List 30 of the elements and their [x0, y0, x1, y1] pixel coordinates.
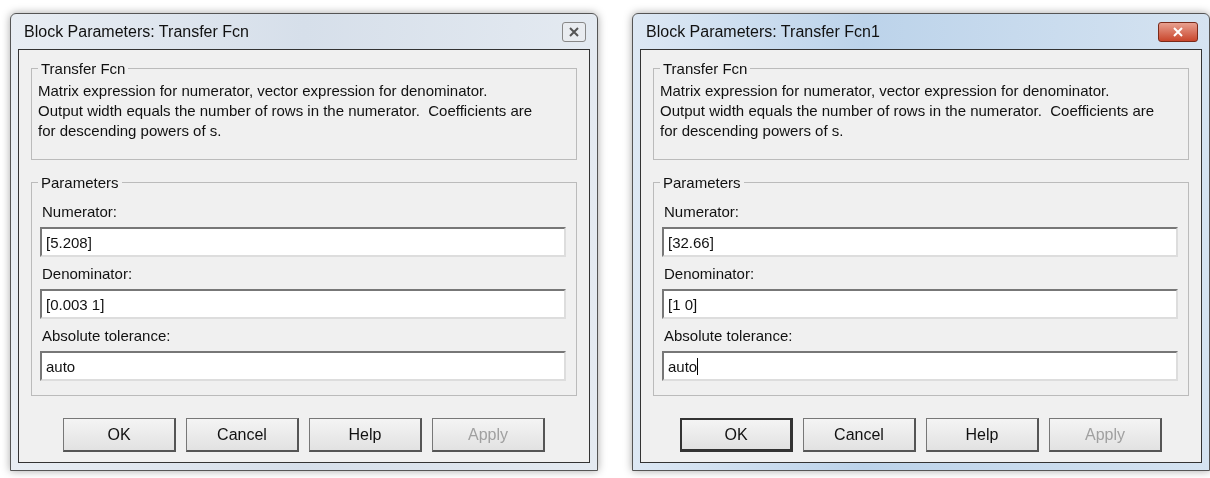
window-title: Block Parameters: Transfer Fcn1 — [646, 22, 880, 41]
dialog-button[interactable]: Help — [309, 418, 422, 452]
input-field[interactable]: auto — [40, 351, 566, 381]
field-label: Numerator: — [664, 203, 741, 220]
close-button[interactable] — [562, 21, 586, 42]
input-field[interactable]: [0.003 1] — [40, 289, 566, 319]
group-title: Transfer Fcn — [40, 60, 127, 77]
group-title: Transfer Fcn — [662, 60, 749, 77]
group-title: Parameters — [40, 174, 120, 191]
input-field[interactable]: [1 0] — [662, 289, 1178, 319]
field-label: Absolute tolerance: — [664, 327, 794, 344]
close-button[interactable] — [1158, 21, 1198, 42]
close-icon — [569, 26, 579, 37]
field-label: Absolute tolerance: — [42, 327, 172, 344]
window-title: Block Parameters: Transfer Fcn — [24, 22, 249, 41]
description-text: Matrix expression for numerator, vector expression for denominator. Output width equals the number of rows in the numerator. Coefficients are for descending powers of s. — [660, 81, 1156, 141]
dialog-button[interactable]: Cancel — [186, 418, 299, 452]
field-label: Denominator: — [42, 265, 134, 282]
close-icon — [1173, 26, 1183, 37]
dialog-button[interactable]: Cancel — [803, 418, 916, 452]
description-text: Matrix expression for numerator, vector expression for denominator. Output width equals the number of rows in the numerator. Coefficients are for descending powers of s. — [38, 81, 534, 141]
dialog-button[interactable]: OK — [680, 418, 793, 452]
dialog-button[interactable]: Help — [926, 418, 1039, 452]
input-field[interactable]: auto — [662, 351, 1178, 381]
group-title: Parameters — [662, 174, 742, 191]
field-label: Numerator: — [42, 203, 119, 220]
dialog-button[interactable]: OK — [63, 418, 176, 452]
input-field[interactable]: [5.208] — [40, 227, 566, 257]
field-label: Denominator: — [664, 265, 756, 282]
input-field[interactable]: [32.66] — [662, 227, 1178, 257]
